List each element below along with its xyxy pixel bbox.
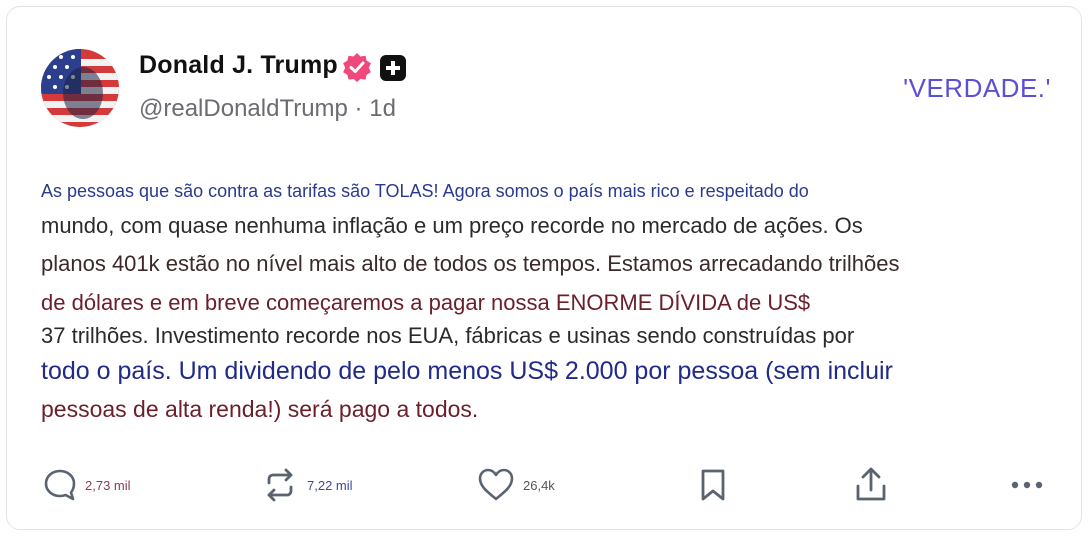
- more-icon: [1011, 481, 1043, 489]
- avatar[interactable]: [41, 49, 119, 127]
- post-text-line: de dólares e em breve começaremos a paga…: [41, 290, 811, 315]
- reply-icon: [44, 469, 76, 501]
- post-tag: 'VERDADE.': [903, 73, 1051, 103]
- bookmark-button[interactable]: [699, 463, 727, 507]
- plus-badge-icon: [380, 55, 406, 81]
- verified-badge-icon: [343, 53, 371, 82]
- repost-button[interactable]: 7,22 mil: [261, 463, 353, 507]
- like-button[interactable]: 26,4k: [477, 463, 555, 507]
- reply-count: 2,73 mil: [85, 477, 131, 493]
- share-button[interactable]: [853, 463, 889, 507]
- repost-icon: [267, 468, 293, 502]
- avatar-flag: [41, 49, 119, 127]
- post-text-line: planos 401k estão no nível mais alto de …: [41, 251, 900, 276]
- reply-button[interactable]: 2,73 mil: [43, 463, 131, 507]
- repost-count: 7,22 mil: [307, 477, 353, 493]
- more-button[interactable]: [1009, 463, 1045, 507]
- post-text-line: 37 trilhões. Investimento recorde nos EU…: [41, 323, 855, 348]
- author-name[interactable]: Donald J. Trump: [139, 51, 338, 80]
- post-card: Donald J. Trump @realDonaldTrump · 1d 'V…: [6, 6, 1082, 530]
- post-text-line: todo o país. Um dividendo de pelo menos …: [41, 357, 893, 385]
- post-text-line: As pessoas que são contra as tarifas são…: [41, 181, 809, 201]
- like-icon: [478, 468, 514, 501]
- author-handle[interactable]: @realDonaldTrump · 1d: [139, 95, 396, 123]
- post-text-line: mundo, com quase nenhuma inflação e um p…: [41, 213, 863, 238]
- bookmark-icon: [701, 469, 725, 501]
- like-count: 26,4k: [523, 477, 555, 493]
- share-icon: [856, 467, 886, 501]
- post-text-line: pessoas de alta renda!) será pago a todo…: [41, 396, 479, 422]
